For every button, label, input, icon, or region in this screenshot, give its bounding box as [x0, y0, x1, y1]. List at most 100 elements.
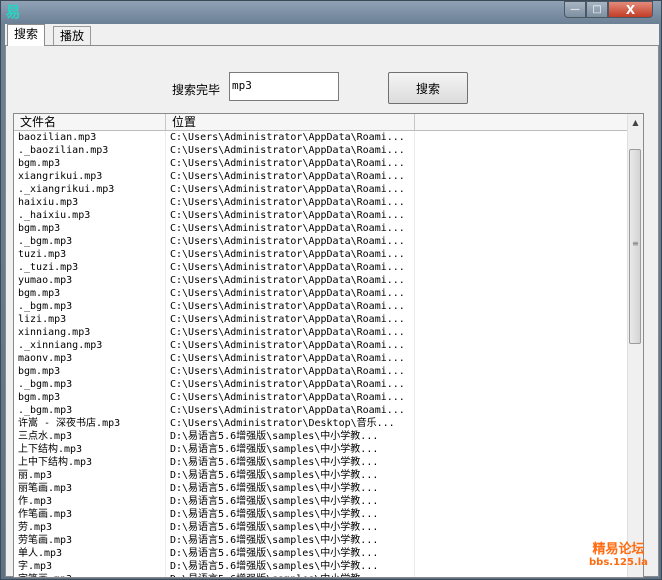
filename-cell: baozilian.mp3: [14, 131, 166, 144]
watermark: 精易论坛 bbs.125.la: [589, 542, 648, 569]
column-header-empty[interactable]: [415, 114, 629, 130]
table-row[interactable]: ._haixiu.mp3 C:\Users\Administrator\AppDa…: [14, 209, 629, 222]
table-row[interactable]: ._bgm.mp3 C:\Users\Administrator\AppData\…: [14, 300, 629, 313]
location-cell: D:\易语言5.6增强版\samples\中小学教...: [166, 534, 415, 547]
filename-cell: 许嵩 - 深夜书店.mp3: [14, 417, 166, 430]
table-row[interactable]: xinniang.mp3 C:\Users\Administrator\AppDa…: [14, 326, 629, 339]
table-row[interactable]: 作笔画.mp3 D:\易语言5.6增强版\samples\中小学教...: [14, 508, 629, 521]
filename-cell: ._baozilian.mp3: [14, 144, 166, 157]
location-cell: C:\Users\Administrator\AppData\Roami...: [166, 352, 415, 365]
location-cell: C:\Users\Administrator\AppData\Roami...: [166, 313, 415, 326]
search-button[interactable]: 搜索: [388, 72, 468, 104]
filename-cell: yumao.mp3: [14, 274, 166, 287]
table-row[interactable]: 丽.mp3 D:\易语言5.6增强版\samples\中小学教...: [14, 469, 629, 482]
filename-cell: bgm.mp3: [14, 365, 166, 378]
location-cell: C:\Users\Administrator\AppData\Roami...: [166, 131, 415, 144]
table-row[interactable]: 字.mp3 D:\易语言5.6增强版\samples\中小学教...: [14, 560, 629, 573]
filename-cell: xinniang.mp3: [14, 326, 166, 339]
table-row[interactable]: 上中下结构.mp3 D:\易语言5.6增强版\samples\中小学教...: [14, 456, 629, 469]
scroll-thumb[interactable]: ≡: [629, 149, 641, 344]
location-cell: C:\Users\Administrator\AppData\Roami...: [166, 300, 415, 313]
column-header-location[interactable]: 位置: [166, 114, 415, 130]
table-row[interactable]: xiangrikui.mp3 C:\Users\Administrator\App…: [14, 170, 629, 183]
table-row[interactable]: lizi.mp3 C:\Users\Administrator\AppData\R…: [14, 313, 629, 326]
table-row[interactable]: baozilian.mp3 C:\Users\Administrator\AppD…: [14, 131, 629, 144]
filename-cell: ._bgm.mp3: [14, 404, 166, 417]
minimize-icon: —: [570, 4, 580, 15]
table-row[interactable]: ._xiangrikui.mp3 C:\Users\Administrator\A…: [14, 183, 629, 196]
filename-cell: ._haixiu.mp3: [14, 209, 166, 222]
tab-strip: 搜索 播放: [5, 24, 659, 46]
table-row[interactable]: 字笔画.mp3D:\易语言5.6增强版\samples\中小学教...: [14, 573, 629, 577]
title-bar[interactable]: 易 — □ X: [1, 1, 661, 23]
table-row[interactable]: ._tuzi.mp3 C:\Users\Administrator\AppData…: [14, 261, 629, 274]
location-cell: C:\Users\Administrator\AppData\Roami...: [166, 391, 415, 404]
location-cell: C:\Users\Administrator\AppData\Roami...: [166, 365, 415, 378]
table-row[interactable]: bgm.mp3 C:\Users\Administrator\AppData\Ro…: [14, 391, 629, 404]
location-cell: C:\Users\Administrator\AppData\Roami...: [166, 261, 415, 274]
table-row[interactable]: tuzi.mp3 C:\Users\Administrator\AppData\R…: [14, 248, 629, 261]
filename-cell: 劳.mp3: [14, 521, 166, 534]
filename-cell: 上中下结构.mp3: [14, 456, 166, 469]
table-row[interactable]: ._baozilian.mp3 C:\Users\Administrator\Ap…: [14, 144, 629, 157]
results-list[interactable]: 文件名 位置 baozilian.mp3 C:\Users\Administrat…: [13, 113, 644, 578]
table-row[interactable]: 丽笔画.mp3 D:\易语言5.6增强版\samples\中小学教...: [14, 482, 629, 495]
filename-cell: 丽笔画.mp3: [14, 482, 166, 495]
location-cell: C:\Users\Administrator\AppData\Roami...: [166, 157, 415, 170]
filename-cell: lizi.mp3: [14, 313, 166, 326]
table-row[interactable]: bgm.mp3 C:\Users\Administrator\AppData\Ro…: [14, 287, 629, 300]
filename-cell: xiangrikui.mp3: [14, 170, 166, 183]
table-row[interactable]: ._xinniang.mp3 C:\Users\Administrator\App…: [14, 339, 629, 352]
vertical-scrollbar[interactable]: ▲ ≡: [627, 114, 643, 577]
table-row[interactable]: 上下结构.mp3 D:\易语言5.6增强版\samples\中小学教...: [14, 443, 629, 456]
list-header: 文件名 位置: [14, 114, 629, 131]
location-cell: C:\Users\Administrator\AppData\Roami...: [166, 144, 415, 157]
maximize-button[interactable]: □: [586, 1, 608, 18]
location-cell: D:\易语言5.6增强版\samples\中小学教...: [166, 508, 415, 521]
search-input[interactable]: mp3: [229, 72, 339, 101]
table-row[interactable]: ._bgm.mp3 C:\Users\Administrator\AppData\…: [14, 235, 629, 248]
location-cell: C:\Users\Administrator\AppData\Roami...: [166, 287, 415, 300]
filename-cell: 三点水.mp3: [14, 430, 166, 443]
filename-cell: ._bgm.mp3: [14, 300, 166, 313]
table-row[interactable]: 许嵩 - 深夜书店.mp3 C:\Users\Administrator\Desk…: [14, 417, 629, 430]
filename-cell: bgm.mp3: [14, 222, 166, 235]
table-row[interactable]: ._bgm.mp3 C:\Users\Administrator\AppData\…: [14, 378, 629, 391]
filename-cell: ._bgm.mp3: [14, 235, 166, 248]
table-row[interactable]: bgm.mp3 C:\Users\Administrator\AppData\Ro…: [14, 222, 629, 235]
app-icon: 易: [5, 3, 21, 21]
tab-search[interactable]: 搜索: [7, 24, 46, 46]
location-cell: D:\易语言5.6增强版\samples\中小学教...: [166, 495, 415, 508]
location-cell: D:\易语言5.6增强版\samples\中小学教...: [166, 521, 415, 534]
filename-cell: maonv.mp3: [14, 352, 166, 365]
location-cell: C:\Users\Administrator\AppData\Roami...: [166, 170, 415, 183]
table-row[interactable]: 劳.mp3 D:\易语言5.6增强版\samples\中小学教...: [14, 521, 629, 534]
filename-cell: 丽.mp3: [14, 469, 166, 482]
table-row[interactable]: yumao.mp3 C:\Users\Administrator\AppData\…: [14, 274, 629, 287]
table-row[interactable]: ._bgm.mp3 C:\Users\Administrator\AppData\…: [14, 404, 629, 417]
column-header-filename[interactable]: 文件名: [14, 114, 166, 130]
table-row[interactable]: 劳笔画.mp3 D:\易语言5.6增强版\samples\中小学教...: [14, 534, 629, 547]
filename-cell: 劳笔画.mp3: [14, 534, 166, 547]
app-window: 易 — □ X 搜索 播放 搜索完毕 mp3 搜索 文件名 位置 baozili…: [0, 0, 662, 580]
filename-cell: 单人.mp3: [14, 547, 166, 560]
tab-play[interactable]: 播放: [53, 26, 92, 45]
filename-cell: 作.mp3: [14, 495, 166, 508]
table-row[interactable]: bgm.mp3 C:\Users\Administrator\AppData\Ro…: [14, 365, 629, 378]
table-row[interactable]: 作.mp3 D:\易语言5.6增强版\samples\中小学教...: [14, 495, 629, 508]
filename-cell: ._tuzi.mp3: [14, 261, 166, 274]
table-row[interactable]: 三点水.mp3 D:\易语言5.6增强版\samples\中小学教...: [14, 430, 629, 443]
location-cell: D:\易语言5.6增强版\samples\中小学教...: [166, 573, 415, 577]
table-row[interactable]: bgm.mp3 C:\Users\Administrator\AppData\Ro…: [14, 157, 629, 170]
table-row[interactable]: 单人.mp3 D:\易语言5.6增强版\samples\中小学教...: [14, 547, 629, 560]
location-cell: D:\易语言5.6增强版\samples\中小学教...: [166, 456, 415, 469]
close-button[interactable]: X: [608, 1, 653, 18]
location-cell: C:\Users\Administrator\AppData\Roami...: [166, 183, 415, 196]
filename-cell: bgm.mp3: [14, 391, 166, 404]
maximize-icon: □: [592, 4, 602, 15]
minimize-button[interactable]: —: [564, 1, 586, 18]
table-row[interactable]: maonv.mp3 C:\Users\Administrator\AppData\…: [14, 352, 629, 365]
filename-cell: haixiu.mp3: [14, 196, 166, 209]
table-row[interactable]: haixiu.mp3 C:\Users\Administrator\AppData…: [14, 196, 629, 209]
scroll-up-icon[interactable]: ▲: [628, 114, 643, 131]
